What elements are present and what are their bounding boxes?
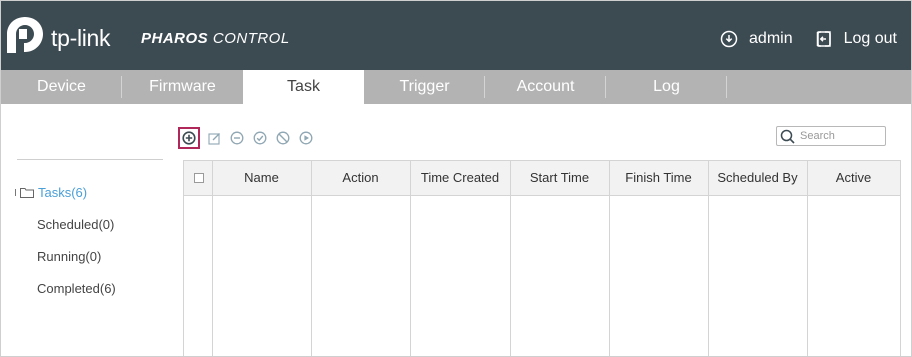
folder-icon [20, 187, 34, 198]
top-header: tp-link PHAROS CONTROL admin Log out [1, 1, 911, 70]
column-header-time-created[interactable]: Time Created [410, 160, 510, 195]
tab-firmware[interactable]: Firmware [122, 70, 243, 104]
disable-task-button[interactable] [274, 129, 292, 147]
sidebar-divider [17, 159, 163, 160]
column-header-finish-time[interactable]: Finish Time [609, 160, 708, 195]
search-box[interactable] [776, 126, 886, 146]
tab-account[interactable]: Account [485, 70, 606, 104]
tree-item-completed[interactable]: Completed(6) [15, 272, 116, 304]
edit-icon [207, 132, 220, 145]
user-download-icon [720, 30, 738, 48]
tree-item-running[interactable]: Running(0) [15, 240, 116, 272]
tab-trigger[interactable]: Trigger [364, 70, 485, 104]
remove-icon [230, 131, 244, 145]
tree-expander-icon [15, 188, 16, 196]
tree-item-scheduled[interactable]: Scheduled(0) [15, 208, 116, 240]
logout-icon [816, 31, 831, 47]
tab-device[interactable]: Device [1, 70, 122, 104]
tab-log[interactable]: Log [606, 70, 727, 104]
search-input[interactable] [798, 129, 882, 143]
disable-icon [276, 131, 290, 145]
tree-item-tasks[interactable]: Tasks(6) [15, 176, 116, 208]
column-header-action[interactable]: Action [311, 160, 410, 195]
enable-task-button[interactable] [251, 129, 269, 147]
run-icon [299, 131, 313, 145]
user-menu[interactable]: admin [720, 30, 793, 48]
task-table: Name Action Time Created Start Time Fini… [183, 160, 901, 356]
tree-item-tasks-label: Tasks(6) [38, 184, 88, 200]
brand-name: tp-link [51, 25, 111, 51]
main-tabs: Device Firmware Task Trigger Account Log [1, 70, 911, 104]
logout-label: Log out [843, 30, 897, 47]
app-window: tp-link PHAROS CONTROL admin Log out Dev… [0, 0, 912, 357]
task-toolbar [178, 127, 320, 149]
tp-link-logo-icon [7, 17, 43, 53]
product-name: PHAROS CONTROL [141, 30, 290, 47]
edit-task-button[interactable] [205, 129, 223, 147]
add-icon [182, 131, 196, 145]
select-all-checkbox[interactable] [194, 173, 204, 183]
column-header-start-time[interactable]: Start Time [510, 160, 609, 195]
username: admin [749, 30, 793, 47]
task-tree: Tasks(6) Scheduled(0) Running(0) Complet… [15, 176, 116, 304]
column-header-scheduled-by[interactable]: Scheduled By [708, 160, 807, 195]
remove-task-button[interactable] [228, 129, 246, 147]
add-task-button[interactable] [178, 127, 200, 149]
run-task-button[interactable] [297, 129, 315, 147]
column-header-active[interactable]: Active [807, 160, 900, 195]
logout-button[interactable]: Log out [815, 30, 897, 48]
product-name-bold: PHAROS [141, 30, 209, 47]
column-header-name[interactable]: Name [212, 160, 311, 195]
enable-icon [253, 131, 267, 145]
search-icon [780, 129, 795, 144]
user-area: admin Log out [720, 30, 897, 48]
tab-task[interactable]: Task [243, 70, 364, 104]
product-name-light: CONTROL [208, 30, 290, 47]
